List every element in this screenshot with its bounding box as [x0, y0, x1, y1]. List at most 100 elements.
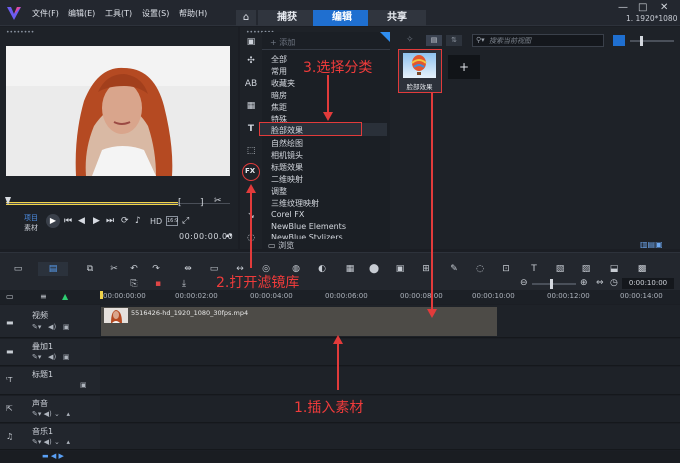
- minimize-icon[interactable]: —: [618, 2, 628, 13]
- category-natural-painting[interactable]: 自然绘图: [271, 138, 303, 149]
- storyboard-view-icon[interactable]: ▭: [10, 262, 26, 276]
- repeat-icon[interactable]: ⟳: [121, 216, 129, 226]
- effect-thumbnail[interactable]: 脸部效果: [398, 49, 442, 93]
- video-clip[interactable]: 5516426-hd_1920_1080_30fps.mp4: [101, 307, 497, 336]
- chapter-icon[interactable]: ⤓: [176, 277, 192, 291]
- snapshot-icon[interactable]: ⎘: [126, 277, 142, 291]
- cut-icon[interactable]: ✂: [106, 262, 122, 276]
- category-adjust[interactable]: 调整: [271, 186, 287, 197]
- go-end-icon[interactable]: ⏭: [106, 216, 114, 226]
- slider-thumb[interactable]: [640, 36, 643, 46]
- track-controls[interactable]: ✎▾ ◀) ⌄ ▴: [32, 438, 70, 446]
- aspect-icon[interactable]: 16:9: [166, 216, 178, 226]
- add-category-button[interactable]: + 添加: [270, 37, 295, 48]
- export-icon[interactable]: ⬓: [606, 262, 622, 276]
- overlay-icon[interactable]: ⬚: [243, 143, 259, 159]
- maximize-icon[interactable]: □: [638, 2, 647, 13]
- clock-icon[interactable]: ◷: [610, 278, 618, 288]
- transition-icon[interactable]: AB: [243, 76, 259, 92]
- lasso-icon[interactable]: ◌: [472, 262, 488, 276]
- home-tab[interactable]: ⌂: [236, 10, 256, 26]
- mode-clip[interactable]: 素材: [24, 223, 38, 233]
- category-favorites[interactable]: 收藏夹: [271, 78, 295, 89]
- mode-project[interactable]: 项目: [24, 213, 38, 223]
- go-start-icon[interactable]: ⏮: [64, 216, 72, 226]
- redo-icon[interactable]: ↷: [148, 262, 164, 276]
- browse-button[interactable]: ▭ 浏览: [268, 240, 294, 251]
- title-3d-icon[interactable]: T: [526, 262, 542, 276]
- timecode-stepper[interactable]: ▴▾: [226, 232, 232, 239]
- play-button[interactable]: ▶: [46, 214, 60, 228]
- mixer-icon[interactable]: ⧉: [82, 262, 98, 276]
- menu-help[interactable]: 帮助(H): [179, 8, 207, 19]
- split-icon[interactable]: ✂: [214, 196, 222, 206]
- audio-duck-icon[interactable]: ▨: [578, 262, 594, 276]
- record-icon[interactable]: ⬤: [366, 262, 382, 276]
- category-corel-fx[interactable]: Corel FX: [271, 210, 304, 219]
- subtitle-icon[interactable]: ▣: [392, 262, 408, 276]
- mark-out-icon[interactable]: ]: [200, 198, 204, 208]
- magic-wand-icon[interactable]: ✧: [406, 35, 414, 45]
- category-camera-lens[interactable]: 相机镜头: [271, 150, 303, 161]
- gif-icon[interactable]: ▩: [634, 262, 650, 276]
- track-manager-icon[interactable]: ▭: [6, 292, 14, 301]
- track-name: 视频: [32, 311, 48, 320]
- fit-project-icon[interactable]: ⇔: [596, 278, 604, 288]
- zoom-slider[interactable]: [532, 279, 576, 289]
- track-options-icon[interactable]: ≡: [40, 292, 47, 301]
- zoom-in-icon[interactable]: ⊕: [580, 278, 588, 288]
- mark-in-icon[interactable]: [: [178, 198, 182, 208]
- scrub-bar[interactable]: [5, 197, 230, 209]
- menu-edit[interactable]: 编辑(E): [68, 8, 95, 19]
- graphics-icon[interactable]: ▦: [243, 98, 259, 114]
- category-all[interactable]: 全部: [271, 54, 287, 65]
- prev-frame-icon[interactable]: ◀: [78, 216, 85, 226]
- thumbnail-size-slider[interactable]: [630, 36, 674, 46]
- timeline-view-icon[interactable]: ▤: [38, 262, 68, 276]
- instant-project-icon[interactable]: ✣: [243, 53, 259, 69]
- color-grade-icon[interactable]: ▧: [552, 262, 568, 276]
- add-effect-button[interactable]: +: [448, 55, 480, 79]
- category-darkroom[interactable]: 暗房: [271, 90, 287, 101]
- fx-button[interactable]: FX: [242, 163, 260, 181]
- media-icon[interactable]: ▣: [243, 34, 259, 50]
- bottom-nav-icons[interactable]: ▬ ◀ ▶: [42, 452, 64, 460]
- trim-icon[interactable]: ⇹: [180, 262, 196, 276]
- search-input[interactable]: ⚲▾ 搜索当前视图: [472, 34, 604, 47]
- tab-capture[interactable]: 捕获: [258, 10, 316, 26]
- library-options-icon[interactable]: ▥▤▣: [640, 240, 663, 249]
- menu-tools[interactable]: 工具(T): [105, 8, 132, 19]
- tab-edit[interactable]: 编辑: [313, 10, 371, 26]
- fullscreen-icon[interactable]: ⤢: [182, 216, 189, 226]
- menu-file[interactable]: 文件(F): [32, 8, 59, 19]
- zoom-out-icon[interactable]: ⊖: [520, 278, 528, 288]
- category-focus[interactable]: 焦距: [271, 102, 287, 113]
- paint-icon[interactable]: ✎: [446, 262, 462, 276]
- stabilize-icon[interactable]: ⊡: [498, 262, 514, 276]
- zoom-thumb[interactable]: [550, 279, 553, 289]
- tracker-icon[interactable]: ◐: [314, 262, 330, 276]
- category-2d-mapping[interactable]: 二维映射: [271, 174, 303, 185]
- title-icon[interactable]: T: [243, 121, 259, 137]
- multicam-icon[interactable]: ▦: [342, 262, 358, 276]
- thumbnail-size-icon[interactable]: [613, 35, 625, 46]
- track-controls[interactable]: ✎▾ ◀) ▣: [32, 353, 69, 361]
- track-controls[interactable]: ✎▾ ◀) ▣: [32, 323, 69, 331]
- hd-toggle[interactable]: HD: [150, 217, 162, 226]
- sort-icon[interactable]: ⇅: [446, 35, 462, 46]
- next-frame-icon[interactable]: ▶: [93, 216, 100, 226]
- category-3d-texture[interactable]: 三维纹理映射: [271, 198, 319, 209]
- category-newblue-elements[interactable]: NewBlue Elements: [271, 222, 346, 231]
- undo-icon[interactable]: ↶: [126, 262, 142, 276]
- tab-share[interactable]: 共享: [368, 10, 426, 26]
- marker-icon[interactable]: ▪: [150, 277, 166, 291]
- add-track-icon[interactable]: ▲: [62, 292, 68, 301]
- view-toggle-icon[interactable]: ▤: [426, 35, 442, 46]
- track-controls[interactable]: ✎▾ ◀) ⌄ ▴: [32, 410, 70, 418]
- close-icon[interactable]: ✕: [660, 2, 668, 13]
- track-controls[interactable]: ▣: [80, 381, 87, 389]
- category-common[interactable]: 常用: [271, 66, 287, 77]
- menu-settings[interactable]: 设置(S): [142, 8, 169, 19]
- volume-icon[interactable]: ♪: [135, 216, 141, 226]
- category-title-effects[interactable]: 标题效果: [271, 162, 303, 173]
